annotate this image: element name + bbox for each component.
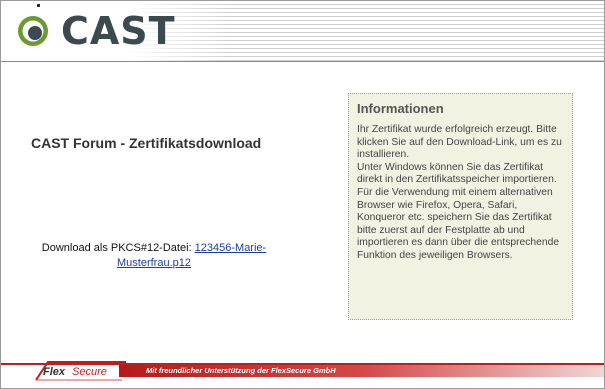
footer-text: Mit freundlicher Unterstützung der FlexS… <box>146 366 336 375</box>
cast-logo-icon <box>18 16 48 46</box>
header-divider <box>1 61 604 62</box>
flexsecure-flex-word: Flex <box>43 366 66 378</box>
page-frame: CAST CAST Forum - Zertifikatsdownload Do… <box>0 0 605 389</box>
info-title: Informationen <box>357 101 444 116</box>
info-box: Informationen Ihr Zertifikat wurde erfol… <box>348 93 573 320</box>
cast-logo[interactable]: CAST <box>15 9 185 53</box>
info-paragraph: Für die Verwendung mit einem alternative… <box>357 186 560 261</box>
download-line: Download als PKCS#12-Datei: 123456-Marie… <box>29 241 279 271</box>
logo-text: CAST <box>61 9 176 53</box>
flexsecure-secure-word: Secure <box>72 366 107 378</box>
header: CAST <box>1 1 604 61</box>
corner-dot <box>37 4 40 7</box>
page-title: CAST Forum - Zertifikatsdownload <box>31 135 262 151</box>
info-paragraph: Unter Windows können Sie das Zertifikat … <box>357 161 557 186</box>
download-label: Download als PKCS#12-Datei: <box>41 242 192 254</box>
info-text: Ihr Zertifikat wurde erfolgreich erzeugt… <box>357 124 564 263</box>
info-paragraph: Ihr Zertifikat wurde erfolgreich erzeugt… <box>357 124 562 161</box>
flexsecure-logo[interactable]: Flex Secure <box>34 358 130 384</box>
